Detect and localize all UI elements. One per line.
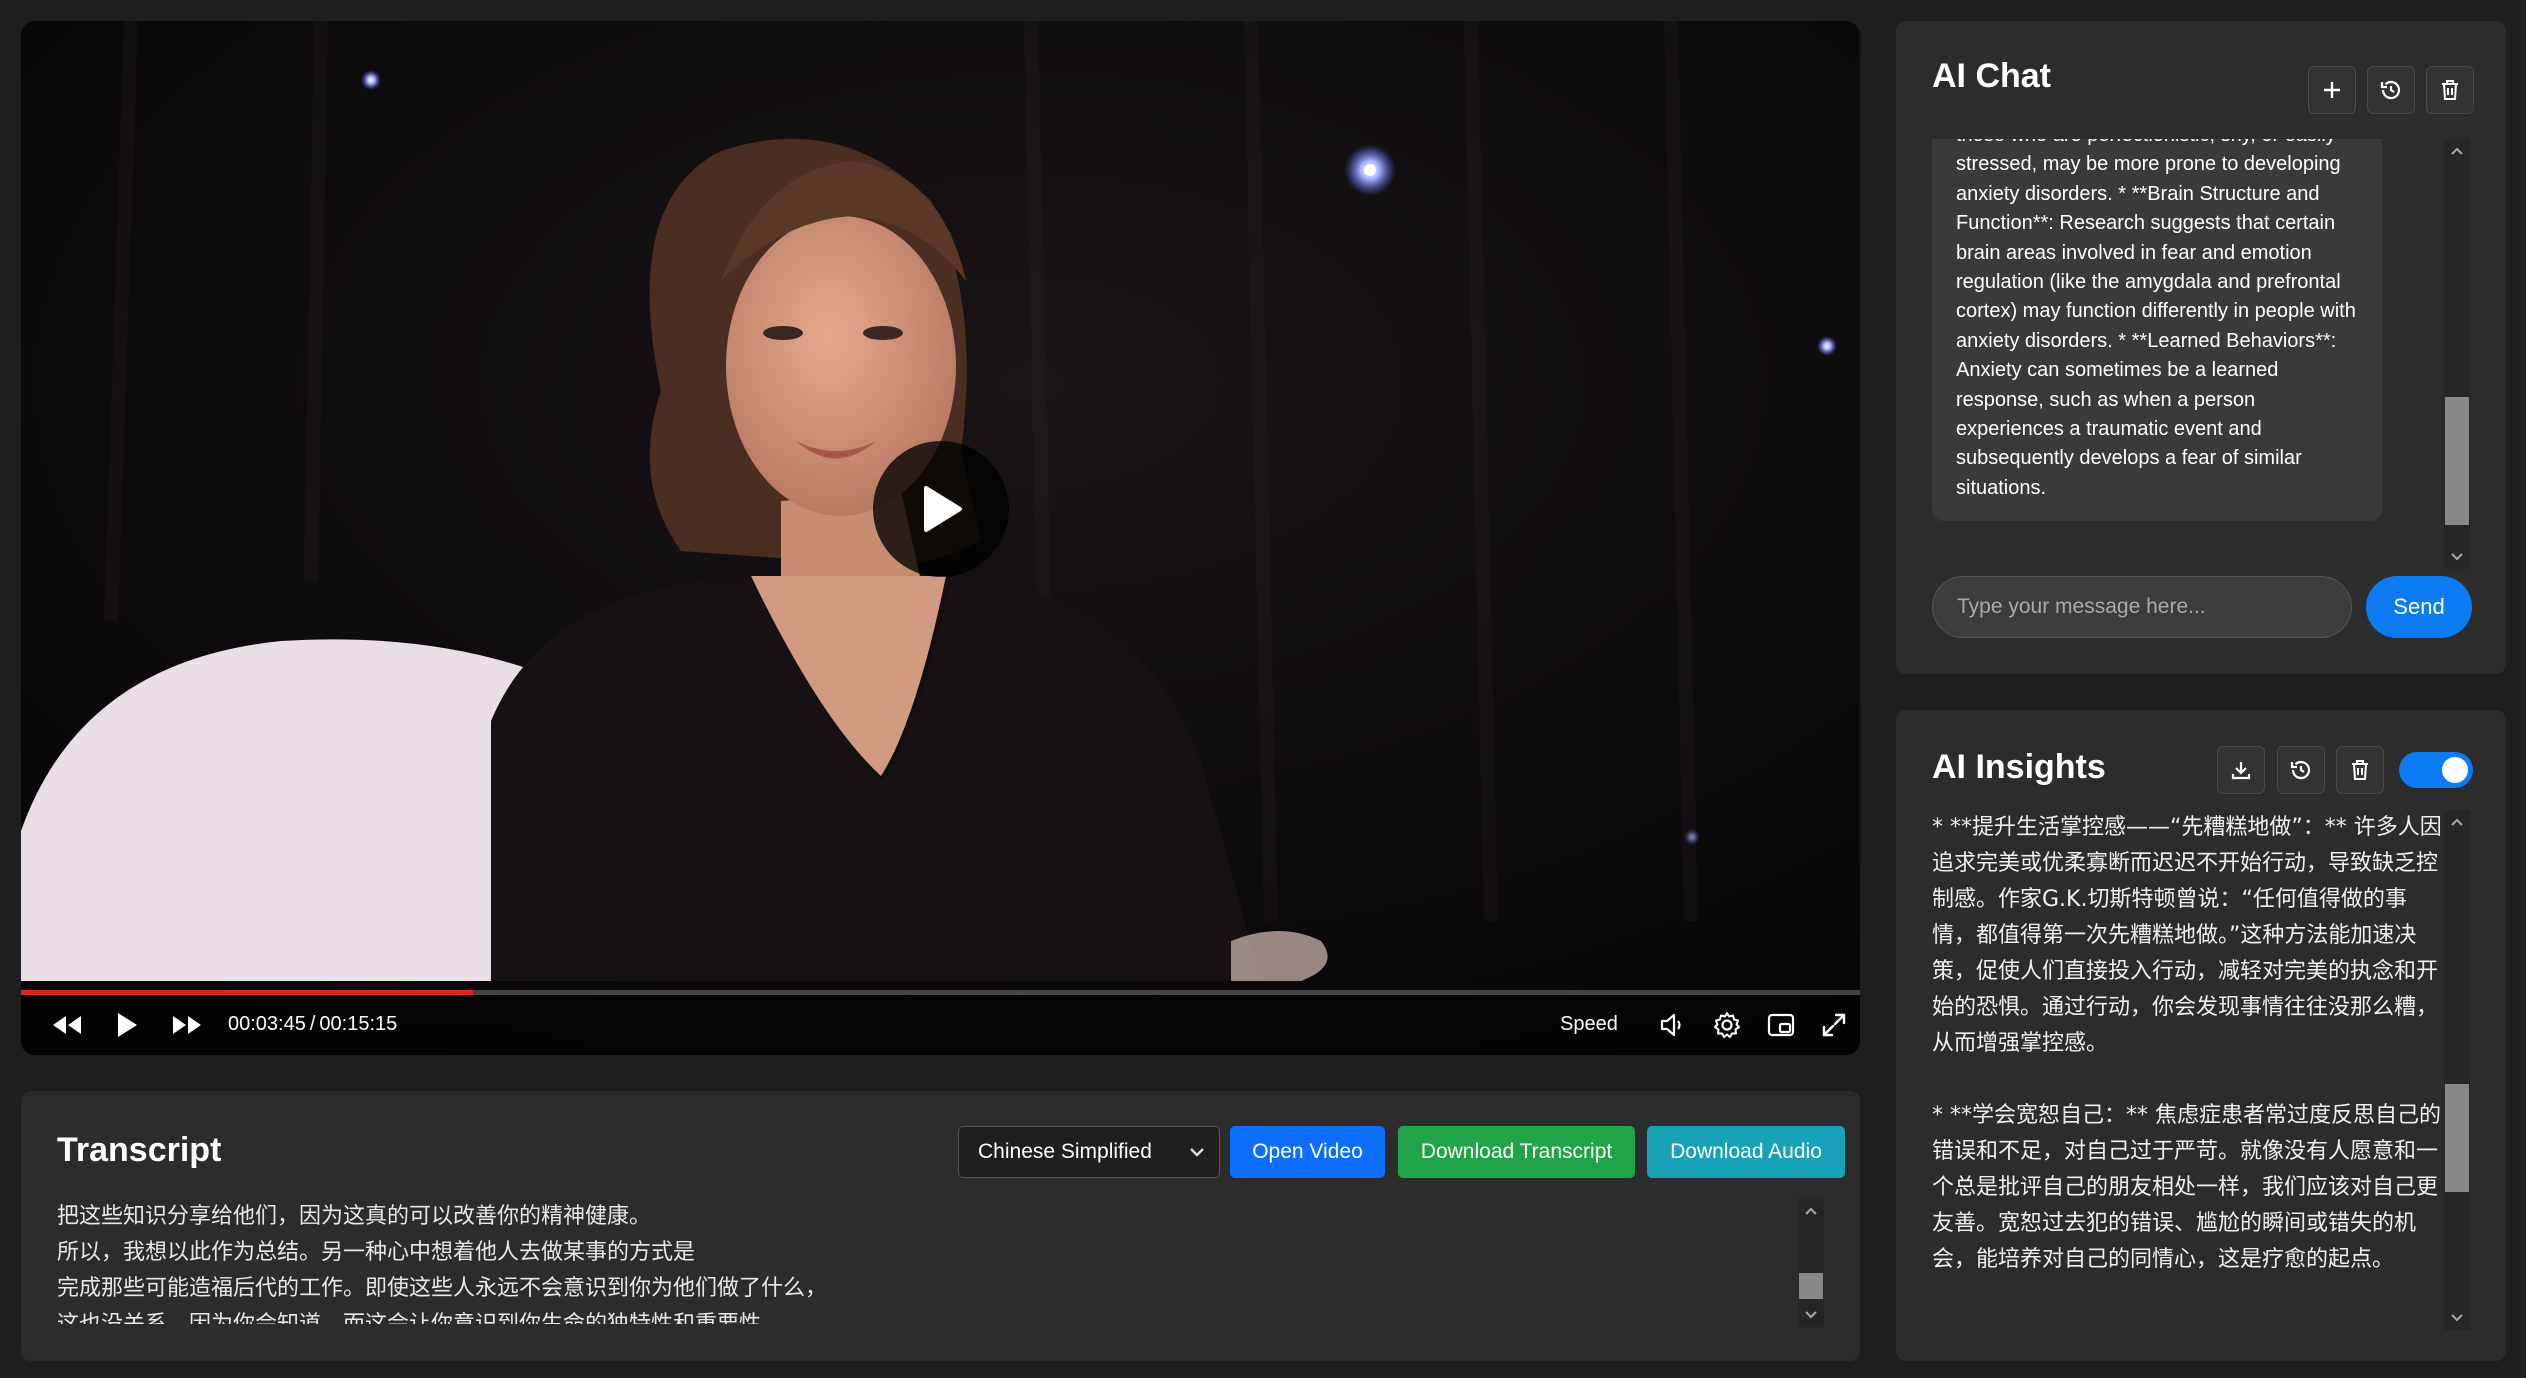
trash-icon — [2442, 80, 2458, 100]
scrollbar-thumb[interactable] — [2445, 397, 2469, 525]
transcript-scrollbar[interactable] — [1798, 1199, 1824, 1327]
insights-toggle-switch[interactable] — [2399, 752, 2473, 788]
current-time: 00:03:45 — [228, 1013, 306, 1035]
history-icon — [2380, 80, 2401, 100]
history-icon — [2290, 760, 2311, 780]
picture-in-picture-icon — [1767, 1013, 1795, 1037]
chat-messages: those who are perfectionistic, shy, or e… — [1932, 139, 2472, 569]
download-audio-button[interactable]: Download Audio — [1647, 1126, 1845, 1178]
volume-icon — [1660, 1013, 1681, 1037]
language-select-value: Chinese Simplified — [978, 1140, 1152, 1163]
fullscreen-button[interactable] — [1816, 1007, 1852, 1043]
chat-message-bubble: those who are perfectionistic, shy, or e… — [1932, 139, 2382, 522]
chat-title: AI Chat — [1932, 57, 2051, 95]
transcript-text: 把这些知识分享给他们，因为这真的可以改善你的精神健康。 所以，我想以此作为总结。… — [57, 1199, 1237, 1324]
transcript-line: 所以，我想以此作为总结。另一种心中想着他人去做某事的方式是 — [57, 1240, 696, 1265]
insight-paragraph: * **提升生活掌控感——“先糟糕地做”：** 许多人因追求完美或优柔寡断而迟迟… — [1932, 815, 2442, 1056]
chat-history-button[interactable] — [2367, 66, 2415, 114]
clear-insights-button[interactable] — [2336, 746, 2384, 794]
transcript-panel: Transcript Chinese Simplified Open Video… — [21, 1091, 1860, 1361]
chat-scrollbar[interactable] — [2444, 139, 2470, 569]
plus-icon — [2324, 82, 2340, 98]
scroll-down-arrow[interactable] — [2444, 545, 2470, 569]
scroll-up-arrow[interactable] — [1798, 1199, 1824, 1223]
insights-scrollbar[interactable] — [2444, 810, 2470, 1330]
chevron-up-icon — [1805, 1207, 1817, 1215]
chevron-down-icon — [1805, 1311, 1817, 1319]
picture-in-picture-button[interactable] — [1763, 1007, 1799, 1043]
scrollbar-track — [2444, 810, 2470, 1330]
insights-history-button[interactable] — [2277, 746, 2325, 794]
scroll-down-arrow[interactable] — [1798, 1303, 1824, 1327]
open-video-button[interactable]: Open Video — [1230, 1126, 1385, 1178]
chevron-down-icon — [2451, 1314, 2463, 1322]
new-chat-button[interactable] — [2308, 66, 2356, 114]
play-icon — [924, 486, 962, 532]
fast-forward-button[interactable] — [169, 1007, 205, 1043]
chat-message-input[interactable] — [1932, 576, 2352, 638]
insights-text: * **提升生活掌控感——“先糟糕地做”：** 许多人因追求完美或优柔寡断而迟迟… — [1932, 810, 2442, 1330]
chevron-up-icon — [2451, 818, 2463, 826]
toggle-knob — [2442, 757, 2468, 783]
rewind-button[interactable] — [49, 1007, 85, 1043]
insight-paragraph: * **学会宽恕自己：** 焦虑症患者常过度反思自己的错误和不足，对自己过于严苛… — [1932, 1103, 2441, 1272]
insights-title: AI Insights — [1932, 748, 2106, 786]
scroll-up-arrow[interactable] — [2444, 139, 2470, 163]
play-icon — [118, 1013, 137, 1037]
download-insights-button[interactable] — [2217, 746, 2265, 794]
volume-button[interactable] — [1654, 1007, 1690, 1043]
transcript-line: 完成那些可能造福后代的工作。即使这些人永远不会意识到你为他们做了什么， — [57, 1276, 828, 1301]
scroll-up-arrow[interactable] — [2444, 810, 2470, 834]
send-button[interactable]: Send — [2366, 576, 2472, 638]
trash-icon — [2352, 760, 2368, 780]
settings-gear-icon — [1714, 1012, 1740, 1038]
chevron-down-icon — [2451, 553, 2463, 561]
language-select[interactable]: Chinese Simplified — [958, 1126, 1220, 1178]
download-transcript-button[interactable]: Download Transcript — [1398, 1126, 1635, 1178]
time-separator: / — [309, 1013, 316, 1035]
chevron-down-icon — [1190, 1148, 1204, 1157]
download-icon — [2231, 762, 2251, 780]
chevron-up-icon — [2451, 147, 2463, 155]
transcript-line: 把这些知识分享给他们，因为这真的可以改善你的精神健康。 — [57, 1204, 652, 1229]
center-play-button[interactable] — [873, 441, 1009, 577]
rewind-icon — [53, 1016, 81, 1034]
transcript-line: 这也没关系，因为你会知道，而这会让你意识到你生命的独特性和重要性 — [57, 1307, 1237, 1324]
fullscreen-icon — [1822, 1013, 1846, 1037]
ai-insights-panel: AI Insights * **提升生活掌控感——“先糟糕地做”：** 许多人因… — [1896, 710, 2506, 1361]
play-button[interactable] — [109, 1007, 145, 1043]
clear-chat-button[interactable] — [2426, 66, 2474, 114]
video-controls: 00:03:45/00:15:15 Speed — [21, 995, 1860, 1055]
duration: 00:15:15 — [319, 1013, 398, 1035]
video-player[interactable]: 00:03:45/00:15:15 Speed — [21, 21, 1860, 1055]
scrollbar-thumb[interactable] — [2445, 1084, 2469, 1192]
scrollbar-thumb[interactable] — [1799, 1273, 1823, 1299]
transcript-title: Transcript — [57, 1131, 222, 1169]
time-display: 00:03:45/00:15:15 — [228, 1013, 397, 1036]
ai-chat-panel: AI Chat those who are perfectionistic, s… — [1896, 21, 2506, 674]
settings-button[interactable] — [1709, 1007, 1745, 1043]
fast-forward-icon — [173, 1016, 201, 1034]
speed-button[interactable]: Speed — [1560, 1013, 1618, 1036]
scroll-down-arrow[interactable] — [2444, 1306, 2470, 1330]
